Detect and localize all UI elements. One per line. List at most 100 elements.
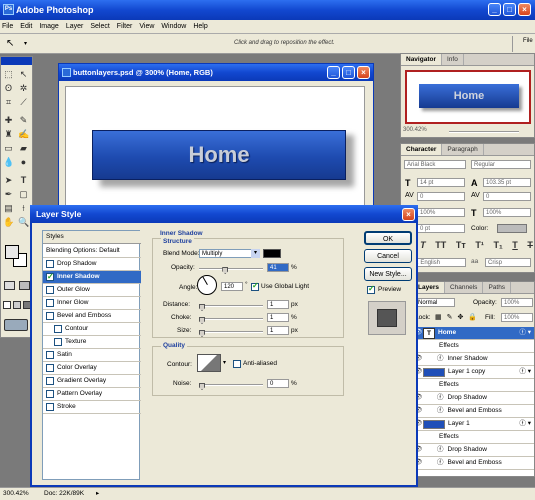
size-slider-thumb[interactable] [199, 330, 205, 337]
contour-dropdown-icon[interactable]: ▾ [223, 359, 226, 366]
texture-checkbox[interactable] [54, 338, 62, 346]
choke-slider-thumb[interactable] [199, 317, 205, 324]
move-tool-icon[interactable]: ↖ [18, 69, 29, 80]
style-inner-glow[interactable]: Inner Glow [43, 297, 141, 310]
lock-all-icon[interactable]: 🔒 [468, 313, 477, 321]
notes-tool-icon[interactable]: ▤ [3, 203, 14, 214]
status-doc-size[interactable]: Doc: 22K/89K [44, 488, 84, 500]
subscript-button[interactable]: T₁ [493, 240, 502, 252]
effect-row-inner-shadow[interactable]: 👁 ⓕ Inner Shadow [413, 353, 534, 366]
status-arrow-icon[interactable]: ▸ [96, 488, 99, 500]
navigator-zoom[interactable]: 300.42% [403, 127, 427, 133]
size-slider[interactable] [199, 331, 263, 333]
menu-filter[interactable]: Filter [117, 23, 133, 30]
size-field[interactable]: 1 [267, 326, 289, 335]
vertical-scale-field[interactable]: 100% [417, 208, 465, 217]
noise-field[interactable]: 0 [267, 379, 289, 388]
gradient-overlay-checkbox[interactable] [46, 377, 54, 385]
style-inner-shadow[interactable]: Inner Shadow [43, 271, 141, 284]
jump-to-imageready-icon[interactable] [4, 319, 28, 331]
doc-close-button[interactable]: × [357, 66, 370, 79]
foreground-color-swatch[interactable] [5, 245, 19, 259]
lock-image-icon[interactable]: ✎ [447, 313, 453, 321]
effect-row-bevel-emboss[interactable]: 👁 ⓕ Bevel and Emboss [413, 457, 534, 470]
pattern-overlay-checkbox[interactable] [46, 390, 54, 398]
layer-fill-field[interactable]: 100% [501, 313, 533, 322]
distance-slider-thumb[interactable] [199, 304, 205, 311]
tab-paths[interactable]: Paths [483, 282, 512, 293]
blend-mode-select[interactable]: Multiply [199, 249, 259, 258]
layer-row-layer1[interactable]: 👁 Layer 1 ⓕ ▾ [413, 418, 534, 431]
clone-stamp-tool-icon[interactable]: ♜ [3, 129, 14, 140]
shape-tool-icon[interactable]: ▢ [18, 189, 29, 200]
tab-channels[interactable]: Channels [444, 282, 484, 293]
layer-opacity-field[interactable]: 100% [501, 298, 533, 307]
preview-checkbox[interactable] [367, 284, 375, 294]
standard-screen-mode-icon[interactable] [3, 301, 11, 309]
navigator-preview[interactable]: Home [405, 70, 531, 124]
horizontal-scale-field[interactable]: 100% [483, 208, 531, 217]
style-outer-glow[interactable]: Outer Glow [43, 284, 141, 297]
standard-mode-icon[interactable] [4, 281, 15, 290]
anti-aliased-checkbox[interactable] [233, 360, 241, 368]
antialias-select[interactable]: Crisp [485, 258, 531, 267]
file-browser-well[interactable]: File [512, 36, 535, 52]
blend-mode-dropdown-icon[interactable]: ▾ [251, 249, 260, 258]
ok-button[interactable]: OK [364, 231, 412, 245]
dialog-title-bar[interactable]: Layer Style × [30, 205, 418, 223]
canvas[interactable]: Home [65, 86, 365, 210]
superscript-button[interactable]: T¹ [475, 240, 484, 252]
new-style-button[interactable]: New Style... [364, 267, 412, 281]
doc-maximize-button[interactable]: □ [342, 66, 355, 79]
style-pattern-overlay[interactable]: Pattern Overlay [43, 388, 141, 401]
styles-header[interactable]: Styles [43, 231, 141, 244]
hand-tool-icon[interactable]: ✋ [3, 217, 14, 228]
menu-view[interactable]: View [139, 23, 154, 30]
style-texture[interactable]: Texture [43, 336, 141, 349]
tab-navigator[interactable]: Navigator [401, 54, 442, 65]
distance-field[interactable]: 1 [267, 300, 289, 309]
kerning-field[interactable]: 0 [417, 192, 465, 201]
history-brush-tool-icon[interactable]: ✍ [18, 129, 29, 140]
satin-checkbox[interactable] [46, 351, 54, 359]
font-family-select[interactable]: Arial Black [404, 160, 466, 169]
status-zoom[interactable]: 300.42% [3, 488, 29, 500]
effects-row[interactable]: Effects [413, 431, 534, 444]
path-selection-tool-icon[interactable]: ➤ [3, 175, 14, 186]
tracking-field[interactable]: 0 [483, 192, 531, 201]
inner-glow-checkbox[interactable] [46, 299, 54, 307]
noise-slider-thumb[interactable] [199, 383, 205, 390]
minimize-button[interactable]: _ [488, 3, 501, 16]
menu-window[interactable]: Window [161, 23, 186, 30]
app-title-bar[interactable]: Ps Adobe Photoshop _ □ × [0, 0, 535, 20]
angle-field[interactable]: 120 [221, 282, 243, 291]
tab-paragraph[interactable]: Paragraph [442, 144, 484, 155]
drop-shadow-checkbox[interactable] [46, 260, 54, 268]
dialog-close-button[interactable]: × [402, 208, 415, 221]
menu-layer[interactable]: Layer [66, 23, 84, 30]
effects-row[interactable]: Effects [413, 379, 534, 392]
opacity-slider-thumb[interactable] [222, 267, 229, 274]
small-caps-button[interactable]: Tт [456, 240, 466, 252]
crop-tool-icon[interactable]: ⌗ [3, 97, 14, 108]
baseline-shift-field[interactable]: 0 pt [417, 224, 465, 233]
layer-row-home[interactable]: 👁 T Home ⓕ ▾ [413, 327, 534, 340]
style-bevel-emboss[interactable]: Bevel and Emboss [43, 310, 141, 323]
style-drop-shadow[interactable]: Drop Shadow [43, 258, 141, 271]
text-color-swatch[interactable] [497, 224, 527, 233]
doc-minimize-button[interactable]: _ [327, 66, 340, 79]
magic-wand-tool-icon[interactable]: ✲ [18, 83, 29, 94]
lasso-tool-icon[interactable]: ʘ [3, 83, 14, 94]
all-caps-button[interactable]: TT [435, 240, 446, 252]
healing-brush-tool-icon[interactable]: ✚ [3, 115, 14, 126]
slice-tool-icon[interactable]: ⟋ [18, 97, 29, 108]
layer-row-layer1-copy[interactable]: 👁 Layer 1 copy ⓕ ▾ [413, 366, 534, 379]
contour-checkbox[interactable] [54, 325, 62, 333]
layer-blend-mode-select[interactable]: Normal [415, 298, 455, 307]
inner-shadow-checkbox[interactable] [46, 271, 54, 283]
tool-preset-dropdown-icon[interactable]: ▾ [24, 40, 27, 47]
lock-position-icon[interactable]: ✥ [458, 313, 464, 321]
leading-field[interactable]: 103.35 pt [483, 178, 531, 187]
cancel-button[interactable]: Cancel [364, 249, 412, 263]
color-overlay-checkbox[interactable] [46, 364, 54, 372]
